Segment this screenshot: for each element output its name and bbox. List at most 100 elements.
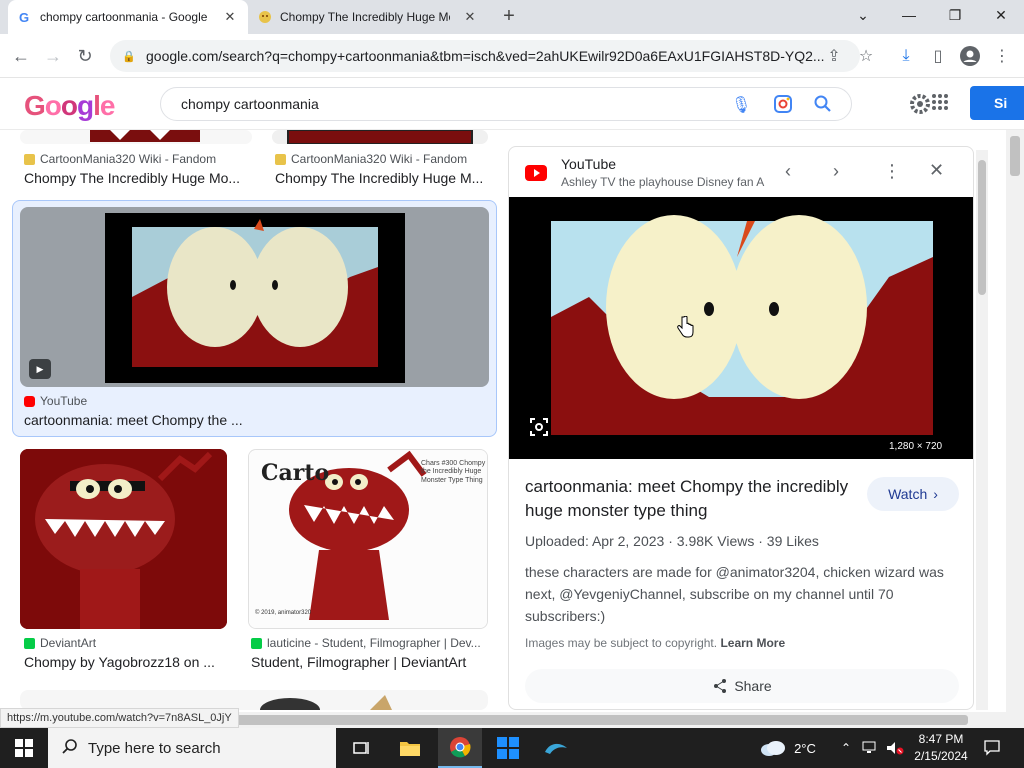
youtube-icon [24, 395, 35, 407]
deviantart-icon [251, 637, 262, 649]
chevron-right-icon: › [933, 486, 938, 502]
forward-arrow-icon[interactable]: → [38, 41, 68, 71]
result-thumbnail[interactable] [272, 130, 488, 144]
taskbar-clock[interactable]: 8:47 PM 2/15/2024 [910, 731, 972, 765]
browser-toolbar: ← → ↻ 🔒 google.com/search?q=chompy+carto… [0, 34, 1024, 78]
lens-search-icon[interactable] [529, 417, 549, 442]
panel-channel-name: Ashley TV the playhouse Disney fan A [561, 175, 765, 189]
share-button[interactable]: Share [525, 669, 959, 703]
result-source: lauticine - Student, Filmographer | Dev.… [251, 636, 481, 650]
windows-store-icon[interactable] [488, 728, 528, 768]
profile-avatar-icon[interactable] [958, 44, 982, 68]
panel-site-name[interactable]: YouTube [561, 156, 616, 172]
share-page-icon[interactable]: ⇪ [822, 44, 846, 68]
fandom-icon [259, 11, 271, 23]
close-window-icon[interactable]: ✕ [978, 0, 1024, 30]
result-thumbnail[interactable] [20, 449, 227, 629]
deviantart-icon [24, 637, 35, 649]
taskbar-search-box[interactable]: Type here to search [48, 728, 336, 768]
lens-camera-icon[interactable] [773, 94, 793, 117]
menu-kebab-icon[interactable]: ⋮ [990, 44, 1014, 68]
apps-grid-icon[interactable] [932, 94, 948, 115]
search-icon[interactable] [813, 94, 833, 117]
result-title[interactable]: cartoonmania: meet Chompy the ... [24, 412, 484, 428]
sign-in-button[interactable]: Si [970, 86, 1024, 120]
network-icon[interactable] [860, 728, 880, 768]
tab-chompy-wiki[interactable]: Chompy The Incredibly Huge Mo ✕ [248, 0, 488, 34]
result-title[interactable]: Chompy The Incredibly Huge M... [275, 170, 490, 186]
search-box[interactable]: chompy cartoonmania 🎙 [160, 87, 852, 121]
weather-temperature[interactable]: 2°C [790, 728, 820, 768]
tab-title: chompy cartoonmania - Google S [40, 10, 210, 24]
download-icon[interactable]: ⤓ [894, 44, 918, 68]
back-arrow-icon[interactable]: ← [6, 41, 36, 71]
result-thumbnail[interactable] [20, 690, 488, 710]
panel-title[interactable]: cartoonmania: meet Chompy the incredibly… [525, 475, 855, 523]
minimize-icon[interactable]: — [886, 0, 932, 30]
thumbnail-logo-text: Carto [261, 460, 330, 486]
clock-time: 8:47 PM [918, 732, 964, 746]
panel-description: these characters are made for @animator3… [525, 564, 944, 624]
tab-google-search[interactable]: G chompy cartoonmania - Google S ✕ [8, 0, 248, 34]
youtube-icon [525, 165, 547, 181]
tab-strip: G chompy cartoonmania - Google S ✕ Chomp… [0, 0, 1024, 34]
svg-text:G: G [19, 10, 29, 24]
search-icon [62, 738, 78, 758]
more-options-icon[interactable]: ⋮ [883, 161, 901, 182]
result-thumbnail[interactable] [20, 130, 252, 144]
next-chevron-icon[interactable]: › [833, 161, 839, 182]
google-g-icon: G [19, 10, 29, 24]
windows-start-icon[interactable] [0, 728, 48, 768]
learn-more-link[interactable]: Learn More [720, 636, 785, 650]
microphone-icon[interactable]: 🎙 [731, 95, 751, 115]
thumbnail-caption: Chars #300 Chompy the Incredibly Huge Mo… [421, 460, 486, 484]
google-logo[interactable]: Google [24, 90, 115, 122]
file-explorer-icon[interactable] [390, 728, 430, 768]
hand-cursor-icon [676, 315, 694, 343]
bookmark-star-icon[interactable]: ☆ [854, 44, 878, 68]
tab-title: Chompy The Incredibly Huge Mo [280, 10, 450, 24]
tray-chevron-icon[interactable]: ⌃ [836, 728, 856, 768]
restore-icon[interactable]: ❐ [932, 0, 978, 30]
panel-preview-image[interactable]: 1,280 × 720 [509, 197, 973, 459]
taskbar-search-placeholder: Type here to search [88, 739, 221, 757]
task-view-icon[interactable] [342, 728, 382, 768]
settings-gear-icon[interactable] [908, 92, 932, 121]
fandom-icon [24, 153, 35, 165]
result-title[interactable]: Student, Filmographer | DeviantArt [251, 654, 491, 670]
result-source: CartoonMania320 Wiki - Fandom [275, 152, 467, 166]
image-preview-panel: YouTube Ashley TV the playhouse Disney f… [508, 146, 974, 710]
result-title[interactable]: Chompy by Yagobrozz18 on ... [24, 654, 234, 670]
new-tab-button[interactable]: + [498, 6, 520, 28]
page-scroll-thumb[interactable] [1010, 136, 1020, 176]
clock-date: 2/15/2024 [914, 749, 968, 763]
thumbnail-copyright: © 2019, animator320 [255, 610, 312, 616]
panel-scrollbar[interactable] [976, 150, 988, 710]
result-thumbnail[interactable]: ▶ [20, 207, 489, 387]
tab-close-icon[interactable]: ✕ [222, 9, 238, 25]
dolphin-app-icon[interactable] [536, 728, 576, 768]
copyright-note: Images may be subject to copyright. Lear… [525, 636, 786, 650]
watch-button[interactable]: Watch › [867, 477, 959, 511]
chrome-taskbar-icon[interactable] [438, 728, 482, 768]
panel-metadata: Uploaded: Apr 2, 2023 · 3.98K Views · 39… [525, 533, 819, 549]
previous-chevron-icon[interactable]: ‹ [785, 161, 791, 182]
page-vertical-scrollbar[interactable] [1006, 130, 1024, 712]
image-dimensions: 1,280 × 720 [889, 441, 943, 452]
share-icon [714, 679, 727, 693]
result-thumbnail[interactable]: Carto Chars #300 Chompy the Incredibly H… [248, 449, 488, 629]
tab-close-icon[interactable]: ✕ [462, 9, 478, 25]
fandom-icon [275, 153, 286, 165]
result-title[interactable]: Chompy The Incredibly Huge Mo... [24, 170, 250, 186]
reload-icon[interactable]: ↻ [70, 41, 100, 71]
panel-scroll-thumb[interactable] [978, 160, 986, 295]
windows-taskbar: Type here to search 2°C ⌃ 8:47 PM 2/15/2… [0, 728, 1024, 768]
side-panel-icon[interactable]: ▯ [926, 44, 950, 68]
close-panel-icon[interactable]: ✕ [929, 160, 944, 181]
tab-search-icon[interactable]: ⌄ [840, 0, 886, 30]
link-status-bar: https://m.youtube.com/watch?v=7n8ASL_0Jj… [0, 708, 239, 728]
volume-muted-icon[interactable] [884, 728, 906, 768]
result-source: YouTube [24, 394, 87, 408]
notification-icon[interactable] [980, 728, 1004, 768]
address-bar[interactable]: 🔒 google.com/search?q=chompy+cartoonmani… [110, 40, 860, 72]
